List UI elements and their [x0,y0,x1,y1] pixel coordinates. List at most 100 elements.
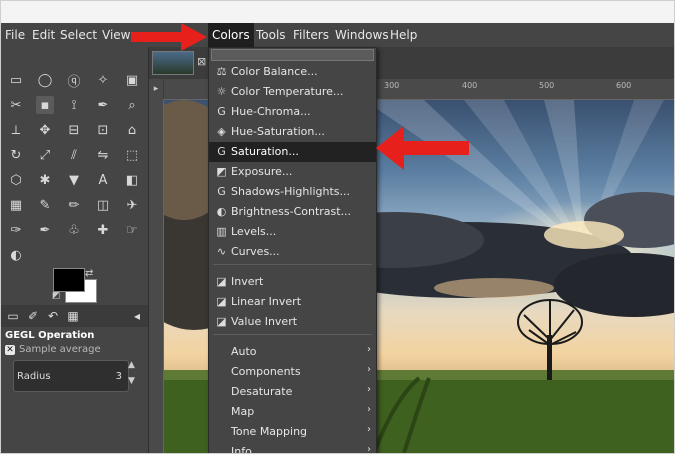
smudge-icon[interactable]: ☞ [123,221,141,239]
cage-icon[interactable]: ⬡ [7,171,25,189]
menu-item-label: Components [231,365,301,378]
eraser-icon[interactable]: ◫ [94,196,112,214]
mypaint-icon[interactable]: ✒ [36,221,54,239]
menu-item-brightness-contrast[interactable]: ◐ Brightness-Contrast... [209,202,376,222]
scissors-icon[interactable]: ✂ [7,96,25,114]
menu-item-invert[interactable]: ◪ Invert [209,272,376,292]
gradient-icon[interactable]: ◧ [123,171,141,189]
menu-edit[interactable]: Edit [32,28,55,42]
menu-item-hue-chroma[interactable]: G Hue-Chroma... [209,102,376,122]
close-icon[interactable]: ✕ [5,345,15,355]
bucket-fill-icon[interactable]: ▼ [65,171,83,189]
radius-value: 3 [115,371,122,382]
quick-mask-icon[interactable]: ▸ [149,79,163,99]
menu-item-label: Auto [231,345,257,358]
heal-icon[interactable]: ✚ [94,221,112,239]
menu-item-saturation[interactable]: G Saturation... [209,142,376,162]
foreground-color-swatch[interactable] [53,268,85,292]
move-icon[interactable]: ✥ [36,121,54,139]
crop-icon[interactable]: ⊡ [94,121,112,139]
rotate-icon[interactable]: ↻ [7,146,25,164]
ink-icon[interactable]: ✑ [7,221,25,239]
chevron-down-icon[interactable]: ▼ [128,376,140,386]
menu-help[interactable]: Help [390,28,417,42]
pencil-icon[interactable]: ✎ [36,196,54,214]
flip-icon[interactable]: ⇋ [94,146,112,164]
pattern-icon[interactable]: ▦ [7,196,25,214]
menu-item-label: Desaturate [231,385,293,398]
menu-item-map[interactable]: Map › [209,402,376,422]
menu-item-components[interactable]: Components › [209,362,376,382]
image-tab-thumbnail[interactable] [152,51,194,75]
menu-item-exposure[interactable]: ◩ Exposure... [209,162,376,182]
color-picker-icon[interactable]: ✒ [94,96,112,114]
shear-icon[interactable]: ⫽ [65,146,83,164]
airbrush-icon[interactable]: ✈ [123,196,141,214]
gegl-icon: G [217,145,226,158]
menu-select[interactable]: Select [60,28,97,42]
menu-filters[interactable]: Filters [293,28,329,42]
reset-colors-icon[interactable]: ◩ [52,291,61,301]
device-status-tab-icon[interactable]: ✐ [24,307,42,325]
menu-item-levels[interactable]: ▥ Levels... [209,222,376,242]
menu-windows[interactable]: Windows [335,28,389,42]
menu-file[interactable]: File [5,28,25,42]
radius-stepper[interactable]: ▲ ▼ [128,360,140,392]
menu-item-label: Levels... [231,225,277,238]
annotation-arrow-saturation [376,126,469,170]
by-color-select-icon[interactable]: ▣ [123,71,141,89]
menu-item-value-invert[interactable]: ◪ Value Invert [209,312,376,332]
swap-colors-icon[interactable]: ⇄ [85,268,93,279]
paintbrush-icon[interactable]: ✏ [65,196,83,214]
images-tab-icon[interactable]: ▦ [64,307,82,325]
dock-menu-icon[interactable]: ◂ [128,307,146,325]
tool-options-tab-icon[interactable]: ▭ [4,307,22,325]
text-icon[interactable]: A [94,171,112,189]
menu-item-label: Tone Mapping [231,425,308,438]
toolbox: ▭ ◯ ⓠ ✧ ▣ ✂ ▪ ⟟ ✒ ⌕ ⟂ ✥ ⊟ ⊡ ⌂ ↻ ⤢ ⫽ ⇋ ⬚ ⬡ ✱ ▼ A ◧ ▦ ✎ ✏ ◫ ✈ ✑ ✒ ♧ ✚ ☞ ◐ ⇄ ◩… [1,47,149,453]
invert-icon: ◪ [216,275,227,288]
menu-tools[interactable]: Tools [256,28,286,42]
menu-item-linear-invert[interactable]: ◪ Linear Invert [209,292,376,312]
menu-item-label: Value Invert [231,315,298,328]
paths-icon[interactable]: ⟟ [65,96,83,114]
menu-item-hue-saturation[interactable]: ◈ Hue-Saturation... [209,122,376,142]
invert-icon: ◪ [216,315,227,328]
warp-icon[interactable]: ✱ [36,171,54,189]
menu-tearoff[interactable] [211,49,374,61]
unified-transform-icon[interactable]: ⌂ [123,121,141,139]
menu-item-label: Hue-Saturation... [231,125,325,138]
menu-item-tone-mapping[interactable]: Tone Mapping › [209,422,376,442]
menu-item-color-temperature[interactable]: ☼ Color Temperature... [209,82,376,102]
lasso-icon[interactable]: ⓠ [65,71,83,90]
measure-icon[interactable]: ⟂ [7,121,25,139]
menu-item-color-balance[interactable]: ⚖ Color Balance... [209,62,376,82]
chevron-up-icon[interactable]: ▲ [128,360,140,370]
chevron-right-icon: › [367,424,371,435]
menu-item-info[interactable]: Info › [209,442,376,453]
color-temperature-icon: ☼ [216,85,227,98]
sample-average-row[interactable]: ✕ Sample average [5,344,101,355]
align-icon[interactable]: ⊟ [65,121,83,139]
menu-view[interactable]: View [102,28,130,42]
menu-item-desaturate[interactable]: Desaturate › [209,382,376,402]
menubar: File Edit Select View Colors Tools Filte… [1,23,674,47]
fuzzy-select-icon[interactable]: ✧ [94,71,112,89]
menu-item-label: Saturation... [231,145,299,158]
menu-colors[interactable]: Colors [208,23,254,47]
menu-item-auto[interactable]: Auto › [209,342,376,362]
perspective-icon[interactable]: ⬚ [123,146,141,164]
dodge-burn-icon[interactable]: ◐ [7,246,25,264]
clone-icon[interactable]: ♧ [65,221,83,239]
foreground-select-icon[interactable]: ▪ [36,96,54,114]
ruler-mark: 600 [616,81,632,90]
ellipse-select-icon[interactable]: ◯ [36,71,54,89]
menu-item-curves[interactable]: ∿ Curves... [209,242,376,262]
rect-select-icon[interactable]: ▭ [7,71,25,89]
menu-item-shadows-highlights[interactable]: G Shadows-Highlights... [209,182,376,202]
undo-history-tab-icon[interactable]: ↶ [44,307,62,325]
zoom-icon[interactable]: ⌕ [123,96,141,114]
close-icon[interactable]: ⊠ [197,55,206,68]
scale-icon[interactable]: ⤢ [36,146,54,164]
radius-field[interactable]: Radius 3 [13,360,129,392]
